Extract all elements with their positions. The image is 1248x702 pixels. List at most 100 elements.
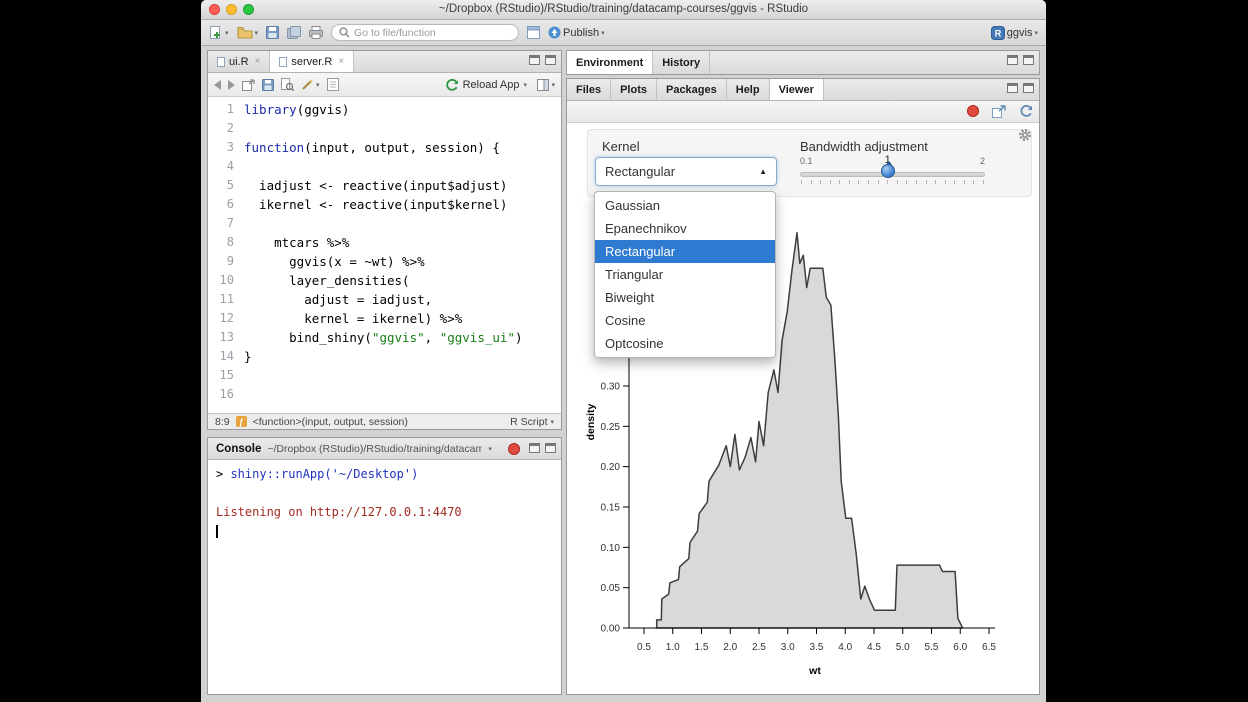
maximize-pane-icon[interactable] — [545, 55, 556, 65]
y-tick-label: 0.25 — [601, 422, 621, 433]
console-header: Console ~/Dropbox (RStudio)/RStudio/trai… — [208, 438, 561, 460]
gear-icon[interactable] — [1018, 128, 1032, 142]
code-line[interactable]: 9 ggvis(x = ~wt) %>% — [208, 252, 561, 271]
tab-server-r[interactable]: server.R × — [270, 51, 354, 72]
forward-icon[interactable] — [228, 80, 235, 90]
code-line[interactable]: 8 mtcars %>% — [208, 233, 561, 252]
tab-packages[interactable]: Packages — [657, 79, 727, 100]
bandwidth-slider[interactable]: 0.1 1 2 — [800, 152, 985, 194]
line-number: 1 — [208, 100, 244, 119]
maximize-pane-icon[interactable] — [1023, 83, 1034, 93]
file-type-label[interactable]: R Script — [510, 416, 547, 428]
code-line[interactable]: 1library(ggvis) — [208, 100, 561, 119]
close-tab-icon[interactable]: × — [338, 56, 344, 67]
publish-button[interactable]: Publish ▾ — [548, 26, 605, 39]
new-file-button[interactable]: ▾ — [209, 25, 229, 40]
slider-handle[interactable] — [881, 164, 895, 178]
y-tick-label: 0.30 — [601, 381, 621, 392]
document-outline-icon — [537, 79, 549, 91]
minimize-pane-icon[interactable] — [529, 55, 540, 65]
code-line[interactable]: 13 bind_shiny("ggvis", "ggvis_ui") — [208, 328, 561, 347]
dropdown-option-cosine[interactable]: Cosine — [595, 309, 775, 332]
goto-file-input[interactable] — [354, 27, 511, 39]
close-tab-icon[interactable]: × — [255, 56, 261, 67]
compile-notebook-icon[interactable] — [327, 78, 339, 91]
viewer-pane: Files Plots Packages Help Viewer 0.0 — [566, 78, 1040, 695]
reload-app-button[interactable]: Reload App ▾ — [445, 78, 527, 92]
chevron-down-icon: ▾ — [551, 81, 555, 89]
console-title[interactable]: Console — [216, 443, 261, 455]
code-line[interactable]: 10 layer_densities( — [208, 271, 561, 290]
dropdown-option-optcosine[interactable]: Optcosine — [595, 332, 775, 355]
line-number: 16 — [208, 385, 244, 404]
find-in-file-icon[interactable] — [281, 78, 294, 91]
tab-viewer[interactable]: Viewer — [770, 79, 824, 100]
scope-label[interactable]: <function>(input, output, session) — [253, 416, 408, 428]
tab-history[interactable]: History — [653, 51, 710, 74]
code-line[interactable]: 3function(input, output, session) { — [208, 138, 561, 157]
tab-environment[interactable]: Environment — [567, 51, 653, 74]
stop-icon[interactable] — [508, 443, 520, 455]
x-tick-label: 4.0 — [838, 642, 852, 653]
goto-file-box[interactable] — [331, 24, 519, 41]
project-menu-button[interactable]: R ggvis ▾ — [991, 26, 1038, 40]
code-line[interactable]: 4 — [208, 157, 561, 176]
close-window-button[interactable] — [209, 4, 220, 15]
code-line[interactable]: 2 — [208, 119, 561, 138]
save-button[interactable] — [266, 26, 279, 39]
addins-button[interactable] — [527, 26, 540, 39]
code-tools-button[interactable]: ▾ — [301, 78, 320, 91]
popout-icon[interactable] — [242, 79, 255, 91]
kernel-label: Kernel — [602, 139, 640, 154]
x-tick-label: 1.0 — [666, 642, 680, 653]
maximize-pane-icon[interactable] — [1023, 55, 1034, 65]
back-icon[interactable] — [214, 80, 221, 90]
chevron-down-icon[interactable]: ▾ — [488, 445, 492, 453]
code-line[interactable]: 14} — [208, 347, 561, 366]
refresh-icon[interactable] — [1019, 104, 1033, 118]
minimize-pane-icon[interactable] — [1007, 83, 1018, 93]
source-menu-button[interactable]: ▾ — [537, 79, 555, 91]
minimize-window-button[interactable] — [226, 4, 237, 15]
code-line[interactable]: 16 — [208, 385, 561, 404]
tab-plots[interactable]: Plots — [611, 79, 657, 100]
publish-icon — [548, 26, 561, 39]
dropdown-option-triangular[interactable]: Triangular — [595, 263, 775, 286]
tab-files[interactable]: Files — [567, 79, 611, 100]
console-body[interactable]: > shiny::runApp('~/Desktop') Listening o… — [208, 460, 561, 694]
save-icon[interactable] — [262, 79, 274, 91]
code-line[interactable]: 12 kernel = ikernel) %>% — [208, 309, 561, 328]
tab-help[interactable]: Help — [727, 79, 770, 100]
r-file-icon — [279, 57, 287, 67]
zoom-window-button[interactable] — [243, 4, 254, 15]
code-line[interactable]: 6 ikernel <- reactive(input$kernel) — [208, 195, 561, 214]
dropdown-option-gaussian[interactable]: Gaussian — [595, 194, 775, 217]
maximize-pane-icon[interactable] — [545, 443, 556, 453]
open-file-button[interactable]: ▾ — [237, 26, 259, 39]
viewer-toolbar — [567, 101, 1039, 123]
print-button[interactable] — [309, 26, 323, 39]
open-in-new-window-icon[interactable] — [992, 105, 1006, 118]
tab-label: Plots — [620, 84, 647, 96]
code-line[interactable]: 7 — [208, 214, 561, 233]
tab-ui-r[interactable]: ui.R × — [208, 51, 270, 72]
console-cursor — [216, 525, 218, 538]
tab-label: Help — [736, 84, 760, 96]
slider-tick — [906, 180, 907, 184]
minimize-pane-icon[interactable] — [529, 443, 540, 453]
dropdown-option-rectangular[interactable]: Rectangular — [595, 240, 775, 263]
titlebar[interactable]: ~/Dropbox (RStudio)/RStudio/training/dat… — [201, 0, 1046, 20]
code-line[interactable]: 11 adjust = iadjust, — [208, 290, 561, 309]
stop-app-icon[interactable] — [967, 105, 979, 117]
dropdown-option-biweight[interactable]: Biweight — [595, 286, 775, 309]
code-line[interactable]: 5 iadjust <- reactive(input$adjust) — [208, 176, 561, 195]
save-all-button[interactable] — [287, 26, 301, 39]
y-tick-label: 0.00 — [601, 624, 621, 635]
shiny-controls-well: Kernel Bandwidth adjustment Rectangular … — [587, 129, 1032, 197]
code-editor[interactable]: 1library(ggvis)23function(input, output,… — [208, 97, 561, 413]
dropdown-option-epanechnikov[interactable]: Epanechnikov — [595, 217, 775, 240]
minimize-pane-icon[interactable] — [1007, 55, 1018, 65]
kernel-select[interactable]: Rectangular ▲ — [595, 157, 777, 186]
source-tabbar: ui.R × server.R × — [208, 51, 561, 73]
code-line[interactable]: 15 — [208, 366, 561, 385]
